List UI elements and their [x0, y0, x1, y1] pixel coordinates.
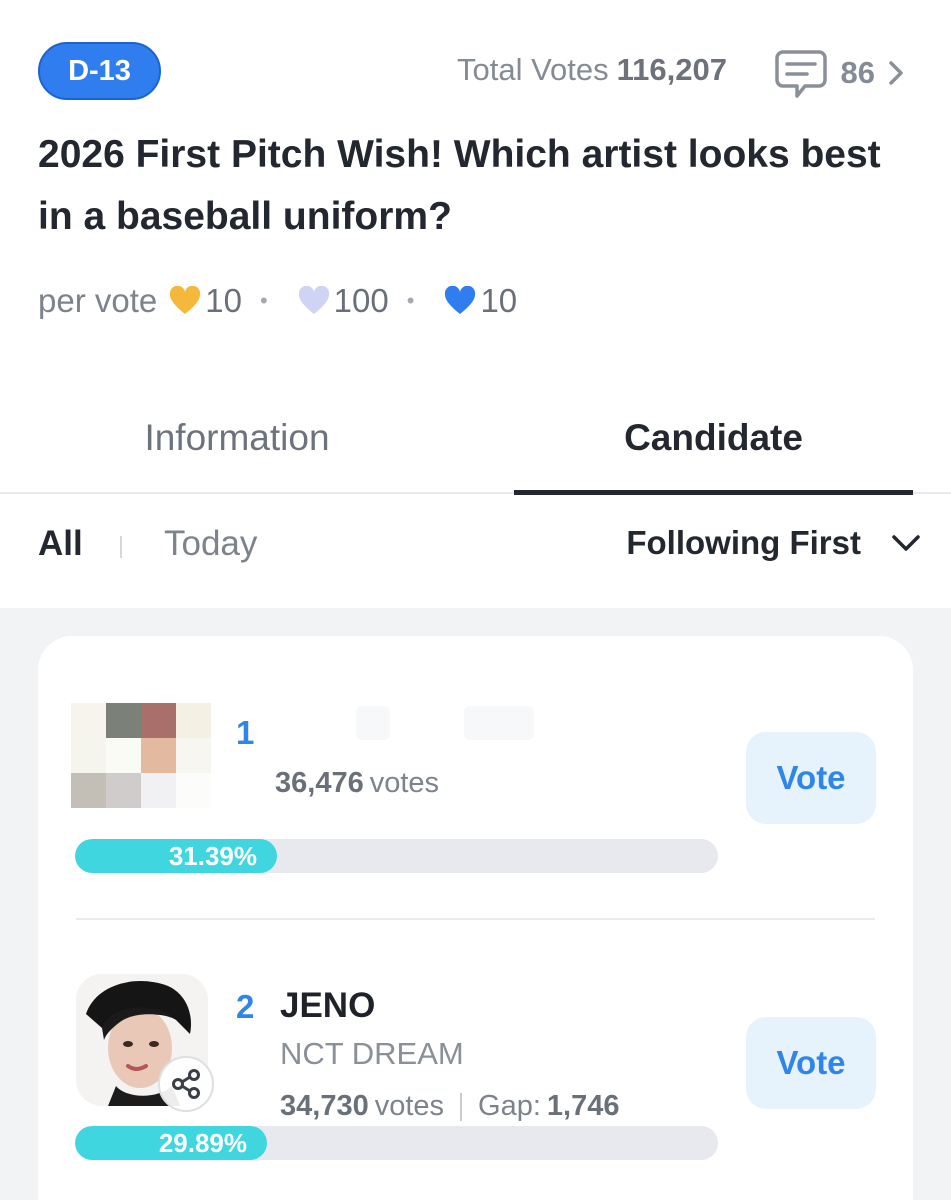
- sort-dropdown[interactable]: Following First: [626, 524, 921, 562]
- comment-icon: [774, 50, 827, 98]
- lavender-heart-amount: 100: [333, 282, 389, 319]
- candidate-thumbnail-pixelated[interactable]: [71, 703, 211, 808]
- chevron-right-icon: [889, 61, 903, 85]
- per-vote-label: per vote: [38, 282, 158, 319]
- gold-heart-icon: [170, 286, 201, 314]
- total-votes-value: 116,207: [616, 52, 727, 87]
- separator-dot: •: [259, 288, 268, 313]
- vote-count: 34,730: [280, 1090, 369, 1122]
- filter-today[interactable]: Today: [164, 524, 257, 564]
- vote-suffix: votes: [369, 767, 440, 799]
- candidate-item: 1 36,476 votes Vote 31.39%: [38, 636, 913, 918]
- sort-label: Following First: [626, 524, 861, 561]
- filter-divider: [120, 536, 122, 558]
- comments-count: 86: [840, 55, 875, 90]
- chevron-down-icon: [892, 535, 920, 551]
- total-votes: Total Votes 116,207: [457, 52, 727, 88]
- vote-button[interactable]: Vote: [746, 732, 876, 824]
- lavender-heart-icon: [298, 286, 329, 314]
- votes-gap-separator: [460, 1092, 463, 1121]
- share-button[interactable]: [158, 1056, 214, 1112]
- candidate-rank: 2: [236, 988, 255, 1025]
- poll-title: 2026 First Pitch Wish! Which artist look…: [38, 133, 881, 238]
- tab-bar: Information Candidate: [0, 380, 951, 495]
- vote-progress-fill: 31.39%: [75, 839, 277, 873]
- candidate-votes: 36,476 votes: [275, 767, 439, 800]
- gap-value: 1,746: [546, 1090, 620, 1122]
- hidden-name-block: [464, 706, 534, 740]
- candidate-list: 1 36,476 votes Vote 31.39% 2 JENO NCT DR…: [38, 636, 913, 1200]
- poll-header: D-13 Total Votes 116,207 86 2026 First Pi…: [0, 0, 951, 380]
- gold-heart-amount: 10: [205, 282, 242, 319]
- separator-dot: •: [406, 288, 415, 313]
- blue-heart-icon: [445, 286, 476, 314]
- hidden-name-block: [356, 706, 390, 740]
- vote-progress-bar: 29.89%: [75, 1126, 718, 1160]
- comments-link[interactable]: 86: [773, 46, 907, 100]
- gap-label: Gap:: [478, 1090, 541, 1122]
- per-vote-cost: per vote 10 • 100 • 10: [38, 278, 517, 324]
- filter-all[interactable]: All: [38, 524, 83, 564]
- candidate-name: JENO: [280, 986, 376, 1025]
- candidate-item: 2 JENO NCT DREAM 34,730 votes Gap: 1,746…: [38, 920, 913, 1200]
- vote-progress-fill: 29.89%: [75, 1126, 267, 1160]
- total-votes-label: Total Votes: [456, 52, 609, 87]
- vote-count: 36,476: [275, 767, 364, 799]
- blue-heart-amount: 10: [480, 282, 518, 319]
- vote-progress-bar: 31.39%: [75, 839, 718, 873]
- candidate-rank: 1: [236, 714, 255, 751]
- filter-row: All Today Following First: [0, 494, 951, 608]
- candidate-group: NCT DREAM: [280, 1036, 464, 1071]
- candidate-votes: 34,730 votes Gap: 1,746: [280, 1090, 619, 1123]
- tab-information[interactable]: Information: [38, 398, 436, 478]
- vote-suffix: votes: [374, 1090, 445, 1122]
- tab-candidate[interactable]: Candidate: [514, 398, 913, 478]
- vote-button[interactable]: Vote: [746, 1017, 876, 1109]
- dday-badge: D-13: [38, 42, 161, 100]
- share-icon: [172, 1069, 200, 1099]
